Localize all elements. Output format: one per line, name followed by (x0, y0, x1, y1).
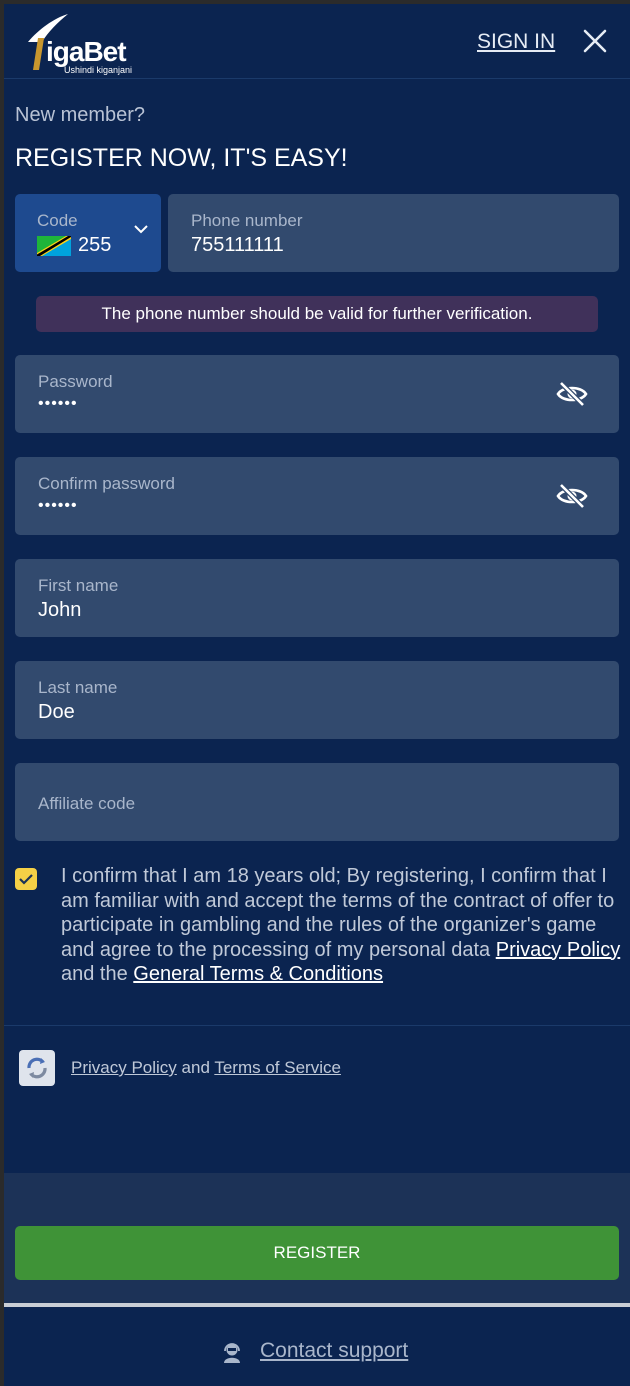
terms-of-service-link[interactable]: Terms of Service (214, 1058, 341, 1077)
eye-off-icon[interactable] (555, 483, 589, 509)
password-field[interactable]: Password •••••• (15, 355, 619, 433)
recaptcha-badge[interactable] (19, 1050, 55, 1086)
new-member-subtitle: New member? (15, 104, 146, 126)
chevron-down-icon (134, 225, 148, 234)
password-label: Password (38, 372, 113, 391)
password-value: •••••• (38, 395, 78, 412)
support-agent-icon (224, 1343, 240, 1363)
confirm-password-value: •••••• (38, 497, 78, 514)
last-name-label: Last name (38, 678, 118, 697)
general-terms-link[interactable]: General Terms & Conditions (133, 963, 383, 985)
confirm-password-label: Confirm password (38, 474, 175, 493)
recaptcha-privacy-link[interactable]: Privacy Policy (71, 1058, 177, 1077)
logo-tagline: Ushindi kiganjani (64, 65, 133, 75)
last-name-field[interactable]: Last name Doe (15, 661, 619, 739)
code-label: Code (37, 211, 78, 230)
first-name-value: John (38, 599, 82, 621)
recaptcha-text: Privacy Policy and Terms of Service (71, 1058, 341, 1078)
close-icon[interactable] (582, 28, 608, 54)
consent-and: and the (61, 963, 128, 985)
privacy-policy-link[interactable]: Privacy Policy (496, 939, 620, 961)
recaptcha-icon (27, 1057, 47, 1079)
tanzania-flag-icon (37, 236, 71, 256)
register-button[interactable]: REGISTER (15, 1226, 619, 1280)
first-name-field[interactable]: First name John (15, 559, 619, 637)
header: igaBet Ushindi kiganjani SIGN IN (4, 4, 630, 79)
affiliate-code-field[interactable]: Affiliate code (15, 763, 619, 841)
contact-support-label: Contact support (260, 1339, 409, 1362)
affiliate-code-placeholder: Affiliate code (38, 794, 136, 813)
divider (4, 1025, 630, 1026)
eye-off-icon[interactable] (555, 381, 589, 407)
consent-checkbox[interactable] (15, 868, 37, 890)
logo: igaBet Ushindi kiganjani (24, 12, 144, 75)
phone-number-label: Phone number (191, 211, 303, 230)
phone-number-field[interactable]: Phone number 755111111 (168, 194, 619, 272)
logo-text: igaBet (46, 36, 127, 67)
phone-validation-notice: The phone number should be valid for fur… (36, 296, 598, 332)
checkmark-icon (19, 874, 33, 885)
footer-divider (4, 1303, 630, 1307)
registration-screen: igaBet Ushindi kiganjani SIGN IN New mem… (4, 4, 630, 1386)
confirm-password-field[interactable]: Confirm password •••••• (15, 457, 619, 535)
sign-in-link[interactable]: SIGN IN (477, 30, 555, 54)
phone-number-value: 755111111 (191, 234, 284, 256)
page-title: REGISTER NOW, IT'S EASY! (15, 144, 348, 172)
recaptcha-and: and (181, 1058, 210, 1077)
first-name-label: First name (38, 576, 119, 595)
code-value: 255 (78, 234, 112, 256)
consent-text: I confirm that I am 18 years old; By reg… (61, 864, 621, 987)
last-name-value: Doe (38, 701, 75, 723)
country-code-select[interactable]: Code 255 (15, 194, 161, 272)
